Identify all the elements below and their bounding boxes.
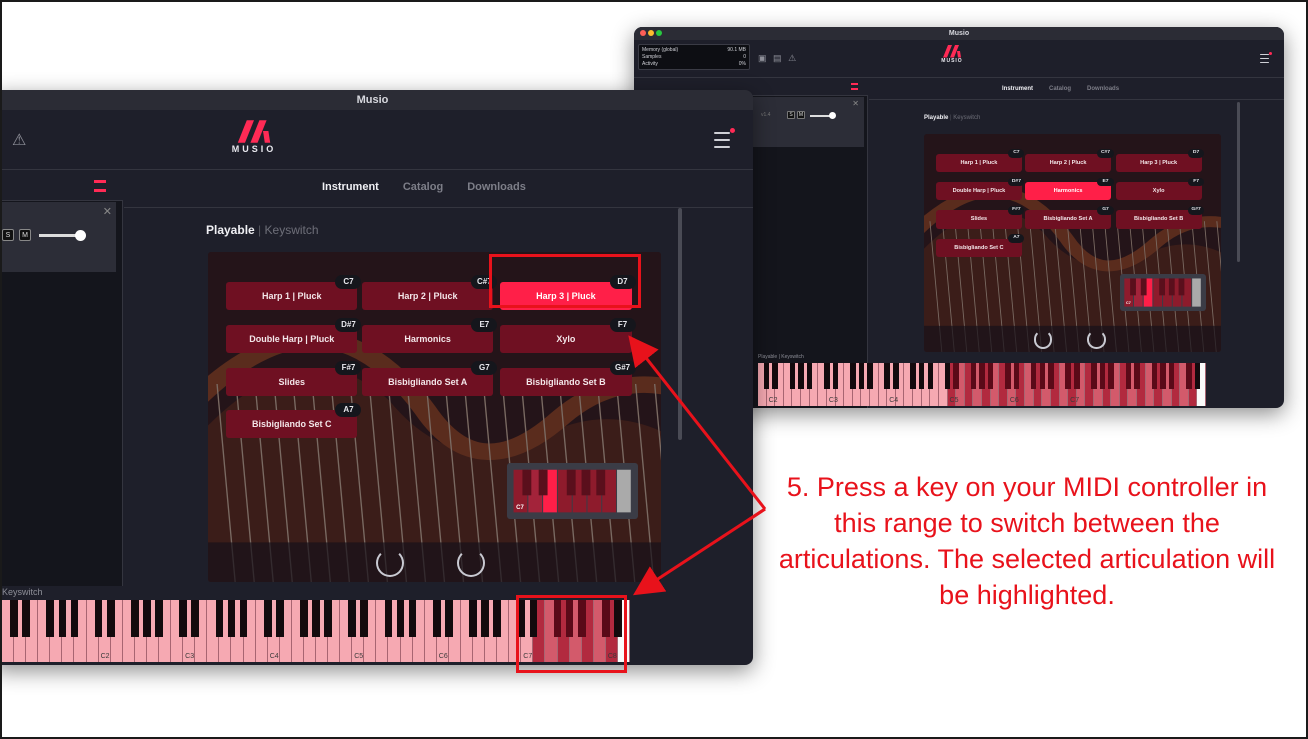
arrow-to-articulation [628,335,767,510]
arrow-to-keyswitch-range [632,507,766,596]
instruction-annotation: 5. Press a key on your MIDI controller i… [778,472,1276,610]
arrow-stem [749,507,766,521]
annotation-arrows [628,335,767,596]
screenshot-frame: Musio Memory (global) 90.1 MB Samples 0 Ac… [0,0,1308,739]
